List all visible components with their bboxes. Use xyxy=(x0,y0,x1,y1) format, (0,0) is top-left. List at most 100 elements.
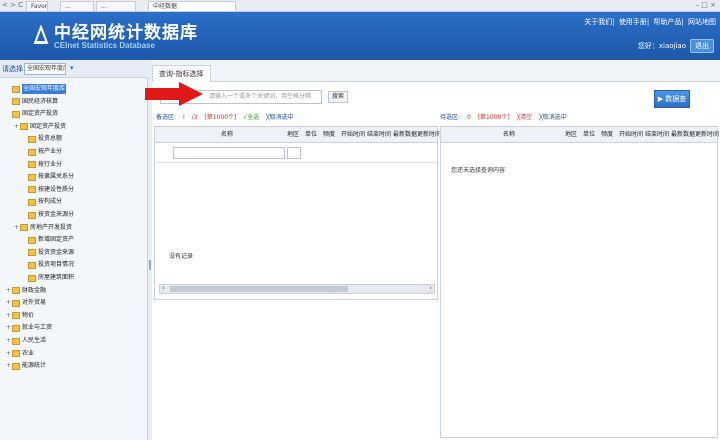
link-manual[interactable]: 使用手册 xyxy=(619,18,647,26)
browser-nav-buttons[interactable]: < > C xyxy=(2,1,23,9)
selected-grid: 名称 地区 单位 频度 开始时间 结束时间 最新数据更新时间 您还未选择查询内容 xyxy=(440,126,719,438)
tree-node[interactable]: 按资金来源分 xyxy=(22,210,74,220)
tree-node[interactable]: + 能源统计 xyxy=(6,361,46,371)
candidate-count-b: /3 xyxy=(191,114,198,121)
scroll-right-icon[interactable]: › xyxy=(429,284,432,292)
tree-node[interactable]: + 农业 xyxy=(6,349,34,359)
browser-tab-active[interactable]: 中经数据 xyxy=(148,1,236,11)
tree-node-label: 国民经济核算 xyxy=(22,97,59,105)
selected-page[interactable]: [第1000个] xyxy=(478,114,510,121)
splitter-grip[interactable] xyxy=(149,260,151,270)
top-links: 关于我们| 使用手册| 帮助产品| 网站地图 xyxy=(584,18,716,26)
col-region[interactable]: 地区 xyxy=(287,127,299,143)
link-about[interactable]: 关于我们 xyxy=(584,18,612,26)
candidate-options: 备选区: I /3 [第1000个] √全选 ╳取消选中 xyxy=(156,112,299,124)
folder-icon xyxy=(28,198,36,206)
cancel-selection-button[interactable]: ╳取消选中 xyxy=(266,114,294,121)
logo-icon xyxy=(33,25,49,44)
tree-node[interactable]: 按建设性质分 xyxy=(22,185,74,195)
clear-button[interactable]: ╳清空 xyxy=(517,114,533,121)
folder-icon xyxy=(12,350,20,358)
tree-node-label: 按构成分 xyxy=(38,198,63,206)
tree-node-label: 物价 xyxy=(22,311,35,319)
candidate-hscrollbar[interactable]: ‹ › xyxy=(159,284,435,294)
link-sitemap[interactable]: 网站地图 xyxy=(688,18,716,26)
tab-query[interactable]: 查询-指标选择 xyxy=(152,65,211,82)
folder-icon xyxy=(12,312,20,320)
tree-node[interactable]: 按隶属关系分 xyxy=(22,172,74,182)
col-region-right[interactable]: 地区 xyxy=(565,127,577,143)
col-freq[interactable]: 频度 xyxy=(323,127,335,143)
tree-node[interactable]: 固定资产投资 xyxy=(6,109,58,119)
selected-empty-message: 您还未选择查询内容 xyxy=(451,167,506,174)
tree-node[interactable]: 国民经济核算 xyxy=(6,97,58,107)
browser-tab-2[interactable]: ... xyxy=(60,1,94,11)
user-bar: 您好：xiaojiao 退出 xyxy=(638,39,714,53)
col-name[interactable]: 名称 xyxy=(221,127,233,143)
tree-node-label: 按产业分 xyxy=(38,148,63,155)
browser-chrome: < > C Favorites ... ... 中经数据 – □ × xyxy=(0,0,720,12)
col-unit-right[interactable]: 单位 xyxy=(583,127,595,143)
scroll-thumb[interactable] xyxy=(170,286,348,292)
tree-node[interactable]: 投资项目情况 xyxy=(22,260,74,270)
browser-tab-favorites[interactable]: Favorites xyxy=(26,1,48,11)
tree-node-label: 投资项目情况 xyxy=(38,261,75,269)
chevron-down-icon[interactable]: ▾ xyxy=(70,64,74,72)
select-all-button[interactable]: √全选 xyxy=(243,114,259,121)
tree-node[interactable]: 房屋建筑面积 xyxy=(22,273,74,283)
site-subtitle: CEInet Statistics Database xyxy=(54,41,155,50)
col-end-right[interactable]: 结束时间 xyxy=(645,127,669,143)
tree-node[interactable]: 按行业分 xyxy=(22,160,62,170)
tree-node[interactable]: + 人民生活 xyxy=(6,336,46,346)
col-start[interactable]: 开始时间 xyxy=(341,127,365,143)
folder-icon xyxy=(12,324,20,332)
candidate-empty-message: 没有记录 xyxy=(169,253,194,260)
window-controls[interactable]: – □ × xyxy=(696,1,716,9)
data-query-label: 数据查询 xyxy=(665,95,687,119)
folder-icon xyxy=(28,274,36,282)
name-filter-input[interactable] xyxy=(173,147,285,159)
tree-node[interactable]: 全国宏观年度库 xyxy=(6,84,67,94)
category-select[interactable]: 全国宏观年度库 xyxy=(24,63,66,75)
browser-tab-3[interactable]: ... xyxy=(96,1,136,11)
logout-button[interactable]: 退出 xyxy=(690,39,714,53)
col-updated-right[interactable]: 最新数据更新时间 xyxy=(671,127,719,143)
tree-node[interactable]: 按构成分 xyxy=(22,197,62,207)
col-unit[interactable]: 单位 xyxy=(305,127,317,143)
candidate-page[interactable]: [第1000个] xyxy=(204,114,236,121)
search-button[interactable]: 搜索 xyxy=(328,91,348,103)
tree-node[interactable]: + 财政金融 xyxy=(6,286,46,296)
col-updated[interactable]: 最新数据更新时间 xyxy=(393,127,441,143)
tree-node[interactable]: + 房地产开发投资 xyxy=(14,223,72,233)
folder-icon xyxy=(12,337,20,345)
scroll-left-icon[interactable]: ‹ xyxy=(162,284,165,292)
tree-node[interactable]: + 物价 xyxy=(6,311,34,321)
col-name-right[interactable]: 名称 xyxy=(503,127,515,143)
site-header: 中经网统计数据库 CEInet Statistics Database 关于我们… xyxy=(0,12,720,60)
col-end[interactable]: 结束时间 xyxy=(367,127,391,143)
tree-node[interactable]: 投资总额 xyxy=(22,134,62,144)
link-help[interactable]: 帮助产品 xyxy=(653,18,681,26)
tree-node-label: 固定资产投资 xyxy=(22,110,59,118)
tree-node[interactable]: 按产业分 xyxy=(22,147,62,157)
folder-icon xyxy=(12,299,20,307)
tab-bar: 查询-指标选择 xyxy=(152,60,720,82)
cancel-selection-button-right[interactable]: ╳取消选中 xyxy=(539,114,567,121)
folder-icon xyxy=(12,98,20,106)
folder-icon xyxy=(12,287,20,295)
col-freq-right[interactable]: 频度 xyxy=(601,127,613,143)
tree-node[interactable]: + 对外贸易 xyxy=(6,298,46,308)
selected-grid-header: 名称 地区 单位 频度 开始时间 结束时间 最新数据更新时间 xyxy=(441,127,719,143)
folder-icon xyxy=(20,123,28,131)
col-start-right[interactable]: 开始时间 xyxy=(619,127,643,143)
tree-node-label: 投资总额 xyxy=(38,135,63,143)
data-query-button[interactable]: ▶ 数据查询 xyxy=(654,90,690,119)
tree-node[interactable]: 新增固定资产 xyxy=(22,235,74,245)
tree-node[interactable]: + 就业与工资 xyxy=(6,323,52,333)
tree-node-label: 能源统计 xyxy=(22,362,47,370)
tree-node[interactable]: 投资资金来源 xyxy=(22,248,74,258)
tree-node[interactable]: + 固定资产投资 xyxy=(14,122,66,132)
candidate-filter-row xyxy=(155,143,437,163)
region-filter-input[interactable] xyxy=(287,147,301,159)
selected-label: 待选区: xyxy=(440,114,461,121)
